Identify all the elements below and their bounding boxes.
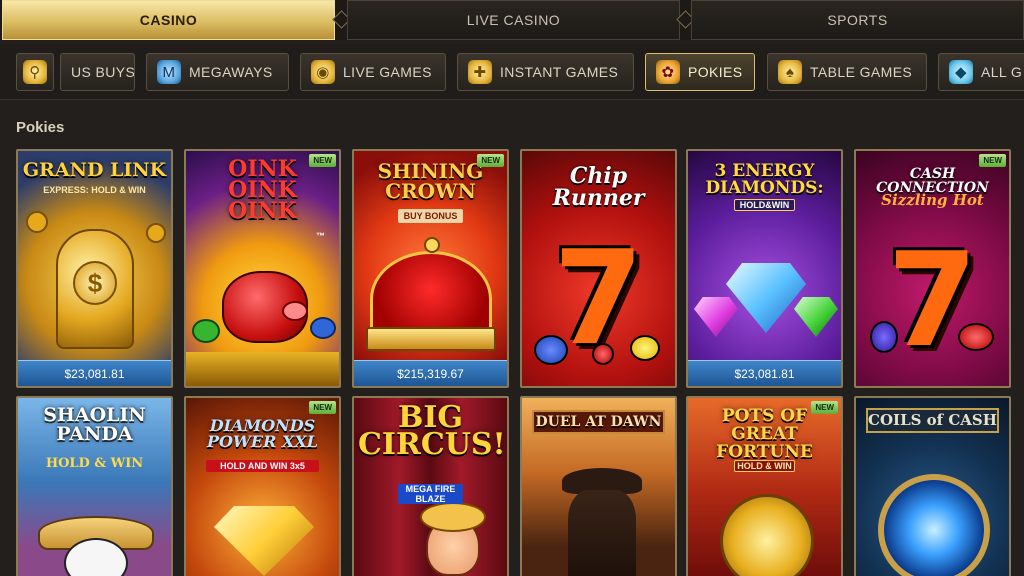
category-all-games[interactable]: ◆ ALL G	[938, 53, 1024, 91]
category-bonus-buys[interactable]: US BUYS	[60, 53, 135, 91]
spade-icon: ♠	[778, 60, 802, 84]
tab-sports[interactable]: SPORTS	[691, 0, 1024, 40]
game-title: COILS of CASH	[866, 408, 999, 433]
plum-icon	[534, 335, 568, 365]
jackpot-amount: $23,081.81	[688, 360, 841, 386]
game-tile-duel-at-dawn[interactable]: DUEL AT DAWN	[520, 396, 677, 576]
game-subtitle: MEGA FIRE BLAZE	[398, 484, 463, 504]
coin-icon	[146, 223, 166, 243]
new-badge: NEW	[811, 401, 838, 414]
game-subtitle: EXPRESS: HOLD & WIN	[43, 185, 146, 195]
blue-pig-icon	[310, 317, 336, 339]
gamepad-icon: ✚	[468, 60, 492, 84]
game-subtitle: Sizzling Hot	[881, 191, 984, 209]
diamond-icon: ◆	[949, 60, 973, 84]
tab-live-casino[interactable]: LIVE CASINO	[347, 0, 680, 40]
game-tile-coils-of-cash[interactable]: COILS of CASH	[854, 396, 1011, 576]
game-title: SHINING CROWN	[377, 159, 484, 203]
grapes-icon	[870, 321, 898, 353]
category-label: TABLE GAMES	[810, 64, 913, 80]
tab-casino-label: CASINO	[139, 12, 198, 28]
game-tile-oink-oink-oink[interactable]: OINK OINK OINK ™ NEW	[184, 149, 341, 388]
category-instant-games[interactable]: ✚ INSTANT GAMES	[457, 53, 634, 91]
crown-band	[366, 327, 496, 351]
new-badge: NEW	[477, 154, 504, 167]
acrobat-hair	[420, 502, 486, 532]
game-subtitle: HOLD&WIN	[734, 199, 795, 211]
crown-jewel-icon	[424, 237, 440, 253]
category-search-button[interactable]: ⚲	[16, 53, 54, 91]
game-subtitle: HOLD AND WIN 3x5	[206, 460, 319, 472]
lemon-icon	[630, 335, 660, 361]
new-badge: NEW	[309, 401, 336, 414]
category-label: POKIES	[688, 64, 743, 80]
game-tile-big-circus[interactable]: BIG CIRCUS! MEGA FIRE BLAZE	[352, 396, 509, 576]
category-live-games[interactable]: ◉ LIVE GAMES	[300, 53, 446, 91]
cherry-icon	[592, 343, 614, 365]
game-title: Chip Runner	[552, 163, 645, 211]
search-icon: ⚲	[23, 60, 47, 84]
category-label: INSTANT GAMES	[500, 64, 619, 80]
game-tile-grand-link[interactable]: $ GRAND LINK EXPRESS: HOLD & WIN $23,081…	[16, 149, 173, 388]
game-tile-shaolin-panda[interactable]: SHAOLIN PANDA HOLD & WIN	[16, 396, 173, 576]
category-label: MEGAWAYS	[189, 64, 273, 80]
game-title: DUEL AT DAWN	[532, 410, 665, 434]
chips-icon: ◉	[311, 60, 335, 84]
new-badge: NEW	[979, 154, 1006, 167]
category-bar: ⚲ US BUYS M MEGAWAYS ◉ LIVE GAMES ✚ INST…	[0, 44, 1024, 100]
top-navigation: CASINO LIVE CASINO SPORTS	[0, 0, 1024, 40]
jackpot-amount: $215,319.67	[354, 360, 507, 386]
pig-snout-icon	[282, 301, 308, 321]
section-title: Pokies	[16, 119, 65, 136]
game-title: SHAOLIN PANDA	[43, 404, 146, 445]
game-subtitle: ™	[316, 231, 325, 241]
tab-sports-label: SPORTS	[827, 12, 888, 28]
category-label: ALL G	[981, 64, 1023, 80]
category-label: US BUYS	[71, 64, 135, 80]
cowboy-figure	[568, 490, 636, 576]
game-title: 3 ENERGY DIAMONDS:	[705, 161, 824, 198]
new-badge: NEW	[309, 154, 336, 167]
tab-live-casino-label: LIVE CASINO	[466, 12, 561, 28]
category-pokies[interactable]: ✿ POKIES	[645, 53, 755, 91]
megaways-icon: M	[157, 60, 181, 84]
gold-coins-pile	[186, 352, 339, 386]
game-title: OINK OINK OINK	[228, 156, 297, 224]
game-subtitle: HOLD & WIN	[45, 456, 144, 471]
game-subtitle: HOLD & WIN	[734, 460, 795, 472]
cherries-icon	[958, 323, 994, 351]
category-megaways[interactable]: M MEGAWAYS	[146, 53, 289, 91]
cherries-icon: ✿	[656, 60, 680, 84]
game-tile-3-energy-diamonds[interactable]: 3 ENERGY DIAMONDS: HOLD&WIN $23,081.81	[686, 149, 843, 388]
plasma-orb-icon	[878, 474, 990, 576]
game-title: BIG CIRCUS!	[358, 400, 506, 462]
game-tile-pots-of-great-fortune[interactable]: POTS OF GREAT FORTUNE HOLD & WIN NEW	[686, 396, 843, 576]
game-tile-shining-crown[interactable]: SHINING CROWN BUY BONUS NEW $215,319.67	[352, 149, 509, 388]
game-tile-diamonds-power-xxl[interactable]: DIAMONDS POWER XXL HOLD AND WIN 3x5 NEW	[184, 396, 341, 576]
dollar-coin-icon: $	[73, 261, 117, 305]
game-tile-cash-connection-sizzling-hot[interactable]: CASH CONNECTION Sizzling Hot 7 NEW	[854, 149, 1011, 388]
buy-bonus-label: BUY BONUS	[398, 209, 463, 223]
green-pig-icon	[192, 319, 220, 343]
tab-casino[interactable]: CASINO	[2, 0, 335, 40]
game-tile-chip-runner[interactable]: Chip Runner 7	[520, 149, 677, 388]
coin-icon	[26, 211, 48, 233]
game-title: GRAND LINK	[22, 159, 167, 181]
category-table-games[interactable]: ♠ TABLE GAMES	[767, 53, 927, 91]
category-label: LIVE GAMES	[343, 64, 432, 80]
jackpot-amount: $23,081.81	[18, 360, 171, 386]
game-title: POTS OF GREAT FORTUNE	[716, 406, 813, 462]
game-title: DIAMONDS POWER XXL	[206, 416, 319, 451]
